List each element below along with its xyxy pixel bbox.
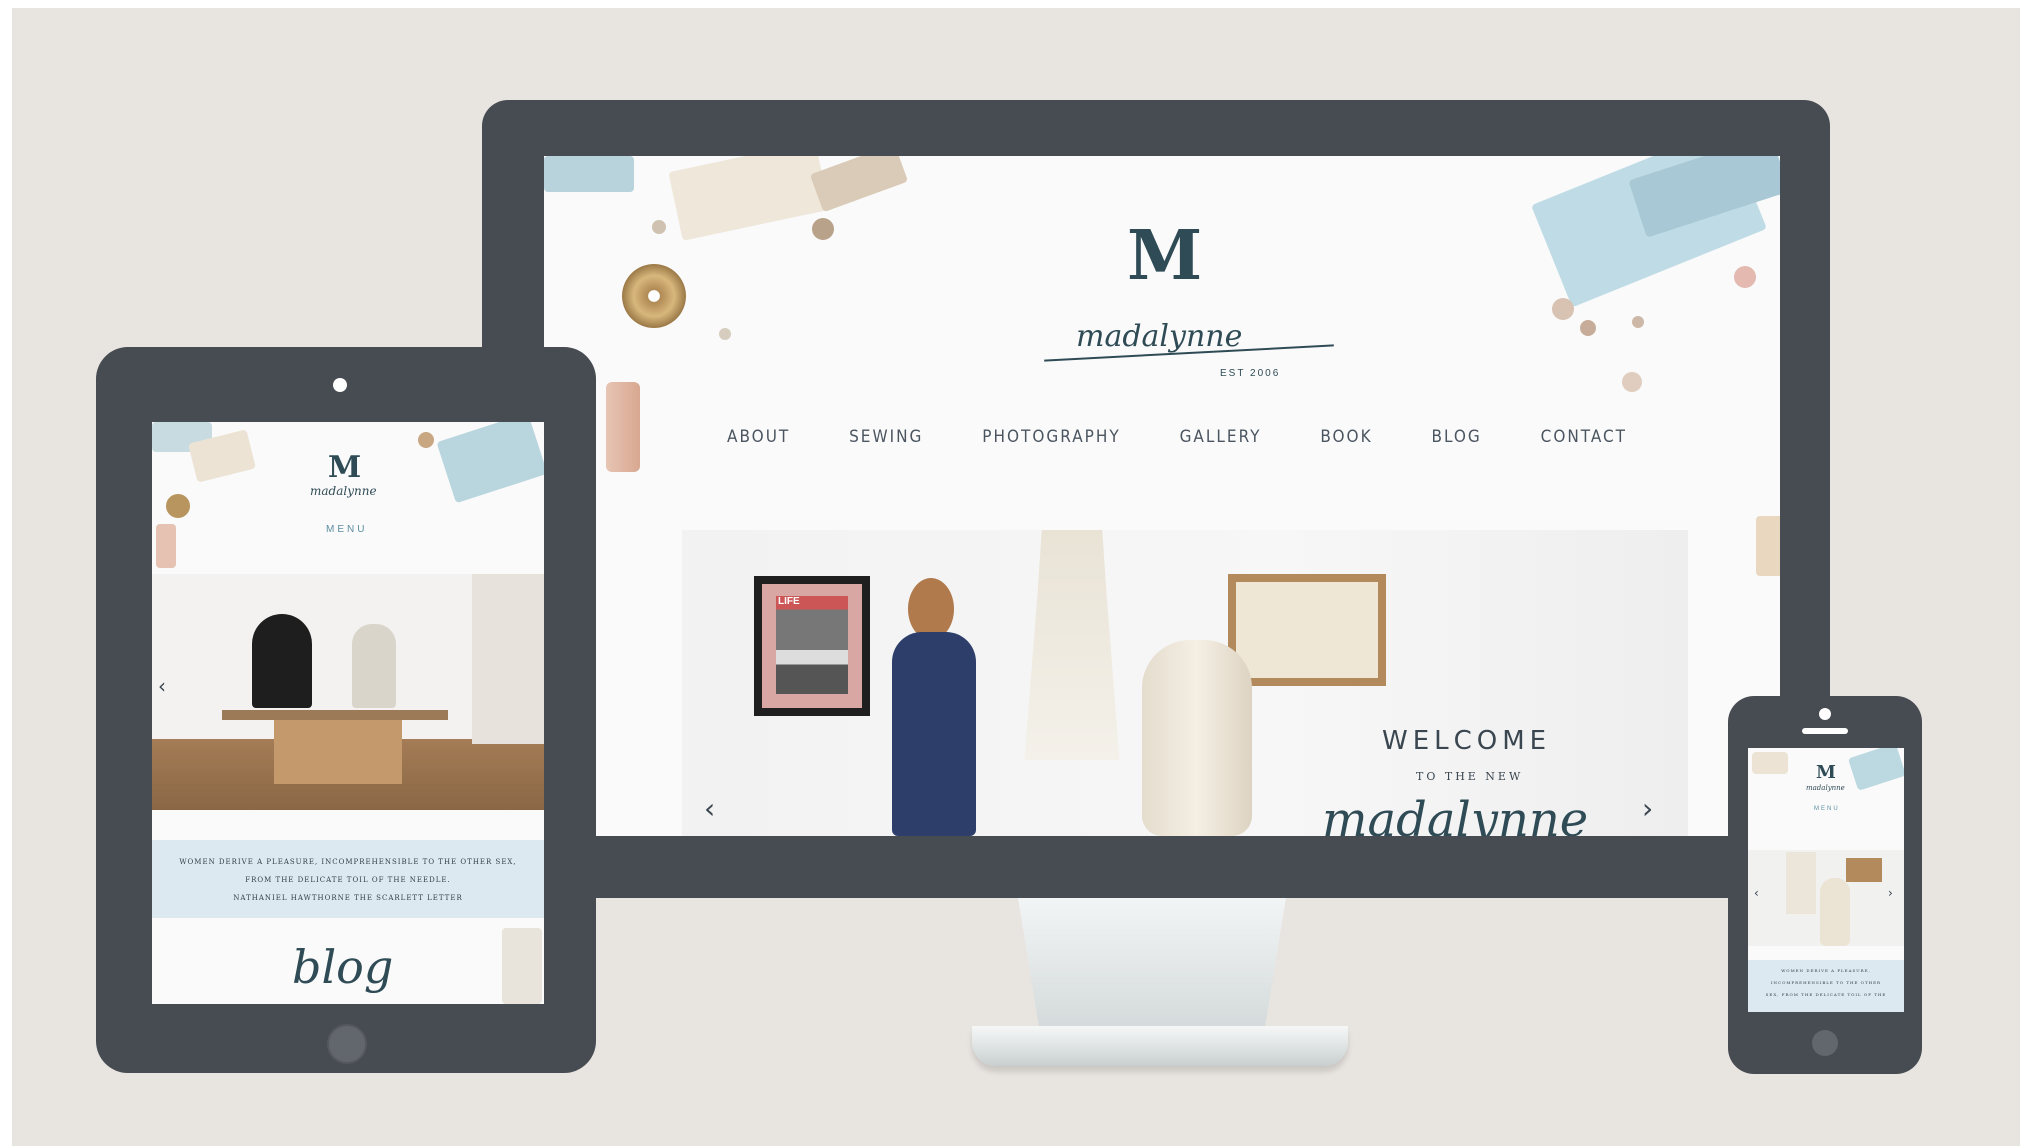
quote-line: WOMEN DERIVE A PLEASURE, xyxy=(1781,968,1871,973)
site-logo-letter[interactable]: M xyxy=(1127,216,1202,296)
chevron-right-icon[interactable]: › xyxy=(1888,886,1893,900)
sewing-pattern-envelope xyxy=(436,422,544,504)
phone-quote-band: WOMEN DERIVE A PLEASURE, INCOMPREHENSIBL… xyxy=(1748,960,1904,1012)
thread-spool-icon xyxy=(606,382,640,472)
thread-spool-icon xyxy=(166,494,190,518)
woman-photo xyxy=(882,578,992,836)
site-logo-script[interactable]: madalynne xyxy=(1076,319,1242,354)
sewing-machine xyxy=(252,614,312,708)
tablet-menu[interactable]: MENU xyxy=(326,524,367,535)
sewing-notion-tag xyxy=(1752,752,1788,774)
magazine-title: LIFE xyxy=(778,596,800,607)
hero-welcome: WELCOME xyxy=(1382,726,1552,756)
framed-print xyxy=(1846,858,1882,882)
site-logo-est: EST 2006 xyxy=(1220,368,1281,379)
tablet-website-screen: M madalynne MENU ‹ WOMEN DERIVE A PLEASU… xyxy=(152,422,544,1004)
phone-camera xyxy=(1819,708,1831,720)
monitor-stand-base xyxy=(972,1026,1348,1066)
phone-hero-photo: ‹ › xyxy=(1748,850,1904,946)
button-icon xyxy=(1552,298,1574,320)
phone-logo-letter[interactable]: M xyxy=(1816,762,1836,783)
tablet-home-button[interactable] xyxy=(327,1024,367,1064)
table xyxy=(222,710,448,720)
tablet-logo-letter[interactable]: M xyxy=(328,450,361,485)
chevron-right-icon[interactable]: › xyxy=(1642,792,1653,825)
nav-contact[interactable]: CONTACT xyxy=(1541,427,1627,447)
sewing-notion-paper xyxy=(502,928,542,1004)
thread-spool-icon xyxy=(622,264,686,328)
button-icon xyxy=(1734,266,1756,288)
brick-wall xyxy=(472,574,544,744)
phone-home-button[interactable] xyxy=(1812,1030,1838,1056)
desktop-website-screen: M madalynne EST 2006 ABOUT SEWING PHOTOG… xyxy=(544,156,1780,836)
hero-slider: LIFE WELCOME TO THE NEW madalynne ‹ › xyxy=(682,530,1688,836)
nav-photography[interactable]: PHOTOGRAPHY xyxy=(982,427,1120,447)
quote-line: NATHANIEL HAWTHORNE THE SCARLETT LETTER xyxy=(233,894,463,902)
thread-spool-icon xyxy=(156,524,176,568)
sewing-notion-paper xyxy=(668,156,830,241)
nav-gallery[interactable]: GALLERY xyxy=(1180,427,1262,447)
phone-speaker xyxy=(1802,728,1848,734)
sewing-notion-box xyxy=(1756,516,1780,576)
framed-print xyxy=(1228,574,1386,686)
quote-line: SEX, FROM THE DELICATE TOIL OF THE xyxy=(1765,992,1887,997)
hanging-dress xyxy=(1024,530,1120,760)
magazine-cover: LIFE xyxy=(776,596,848,694)
button-icon xyxy=(719,328,731,340)
tablet-camera xyxy=(333,378,347,392)
button-icon xyxy=(652,220,666,234)
button-icon xyxy=(812,218,834,240)
hero-script: madalynne xyxy=(1322,792,1589,836)
button-icon xyxy=(1580,320,1596,336)
sewing-machine xyxy=(352,624,396,708)
dress-form xyxy=(1820,878,1850,946)
chevron-left-icon[interactable]: ‹ xyxy=(704,792,715,825)
phone-website-screen: M madalynne MENU ‹ › WOMEN DERIVE A PLEA… xyxy=(1748,748,1904,1012)
monitor-stand-neck xyxy=(1018,898,1286,1030)
quote-line: INCOMPREHENSIBLE TO THE OTHER xyxy=(1770,980,1882,985)
button-icon xyxy=(418,432,434,448)
sewing-notion-paper xyxy=(544,156,634,192)
sewing-notion-tag xyxy=(809,156,909,213)
hanging-dress xyxy=(1786,852,1816,914)
tablet-hero-photo: ‹ xyxy=(152,574,544,810)
button-icon xyxy=(1622,372,1642,392)
chevron-left-icon[interactable]: ‹ xyxy=(1754,886,1759,900)
wooden-stool xyxy=(274,720,402,784)
dress-form xyxy=(1142,640,1252,836)
framed-magazine: LIFE xyxy=(754,576,870,716)
nav-sewing[interactable]: SEWING xyxy=(849,427,923,447)
main-nav: ABOUT SEWING PHOTOGRAPHY GALLERY BOOK BL… xyxy=(727,427,1627,447)
tablet-blog-heading[interactable]: blog xyxy=(292,940,393,994)
chevron-left-icon[interactable]: ‹ xyxy=(158,674,166,698)
hero-subtitle: TO THE NEW xyxy=(1416,770,1524,783)
tablet-quote-band: WOMEN DERIVE A PLEASURE, INCOMPREHENSIBL… xyxy=(152,840,544,918)
tablet-logo-script[interactable]: madalynne xyxy=(310,484,377,498)
phone-menu[interactable]: MENU xyxy=(1814,806,1840,812)
nav-about[interactable]: ABOUT xyxy=(727,427,790,447)
showcase-background: M madalynne EST 2006 ABOUT SEWING PHOTOG… xyxy=(12,8,2020,1146)
phone-logo-script[interactable]: madalynne xyxy=(1806,784,1845,792)
nav-book[interactable]: BOOK xyxy=(1320,427,1372,447)
button-icon xyxy=(1632,316,1644,328)
nav-blog[interactable]: BLOG xyxy=(1431,427,1481,447)
quote-line: FROM THE DELICATE TOIL OF THE NEEDLE. xyxy=(245,876,451,884)
quote-line: WOMEN DERIVE A PLEASURE, INCOMPREHENSIBL… xyxy=(179,858,517,866)
sewing-pattern-envelope xyxy=(1847,748,1904,791)
